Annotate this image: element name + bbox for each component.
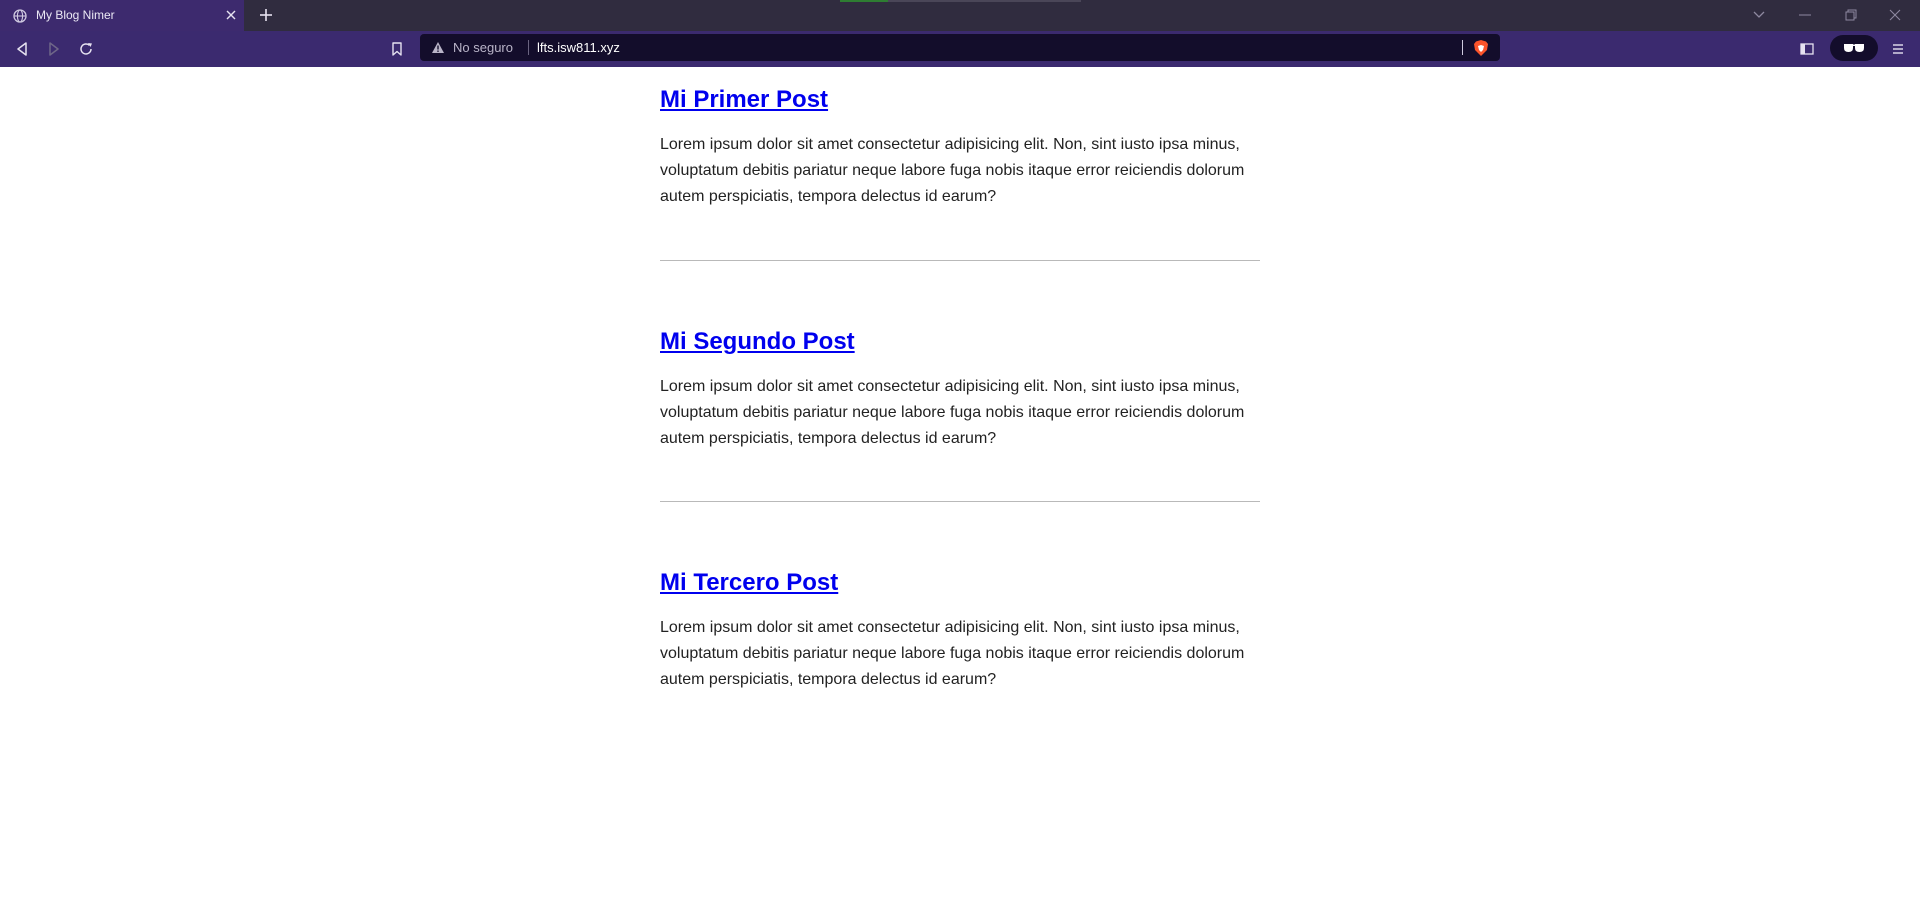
tab-title: My Blog Nimer — [36, 8, 115, 22]
page-viewport: Mi Primer Post Lorem ipsum dolor sit ame… — [0, 67, 1920, 922]
divider — [1462, 40, 1463, 55]
post-divider — [660, 501, 1260, 502]
reload-icon — [80, 43, 92, 55]
back-button[interactable] — [13, 40, 31, 58]
minimize-icon — [1799, 14, 1811, 16]
post-article: Mi Segundo Post Lorem ipsum dolor sit am… — [660, 328, 1260, 452]
address-bar[interactable]: No seguro lfts.isw811.xyz — [420, 34, 1500, 61]
sunglasses-icon — [1844, 44, 1864, 52]
close-icon — [1889, 9, 1901, 21]
post-article: Mi Primer Post Lorem ipsum dolor sit ame… — [660, 86, 1260, 210]
security-status[interactable]: No seguro — [453, 40, 513, 55]
brave-lion-icon — [1474, 39, 1488, 56]
close-icon[interactable] — [224, 8, 238, 22]
warning-icon[interactable] — [430, 40, 446, 55]
back-arrow-icon — [17, 42, 27, 56]
forward-arrow-icon — [49, 42, 59, 56]
post-excerpt: Lorem ipsum dolor sit amet consectetur a… — [660, 378, 1245, 447]
post-title-link[interactable]: Mi Tercero Post — [660, 569, 838, 596]
chevron-down-icon — [1753, 11, 1765, 18]
divider — [528, 40, 529, 55]
tab-search-button[interactable] — [1750, 6, 1768, 24]
new-tab-button[interactable] — [257, 6, 275, 24]
restore-icon — [1845, 9, 1857, 21]
tab-active[interactable]: My Blog Nimer — [0, 0, 244, 31]
post-title: Mi Tercero Post — [660, 569, 1260, 597]
post-title-link[interactable]: Mi Primer Post — [660, 86, 828, 113]
toolbar: No seguro lfts.isw811.xyz — [0, 31, 1920, 67]
plus-icon — [260, 9, 272, 21]
menu-button[interactable] — [1889, 40, 1907, 58]
forward-button[interactable] — [45, 40, 63, 58]
post-title: Mi Segundo Post — [660, 328, 1260, 356]
sidebar-icon — [1800, 43, 1814, 55]
browser-chrome: My Blog Nimer No seguro lfts.isw811.xyz — [0, 0, 1920, 67]
private-window-badge[interactable] — [1830, 35, 1878, 61]
post-divider — [660, 260, 1260, 261]
restore-button[interactable] — [1842, 6, 1860, 24]
post-excerpt: Lorem ipsum dolor sit amet consectetur a… — [660, 619, 1245, 688]
post-excerpt: Lorem ipsum dolor sit amet consectetur a… — [660, 136, 1245, 205]
close-window-button[interactable] — [1886, 6, 1904, 24]
brave-shields-button[interactable] — [1472, 38, 1490, 57]
post-title: Mi Primer Post — [660, 86, 1260, 114]
post-title-link[interactable]: Mi Segundo Post — [660, 328, 855, 355]
globe-icon — [12, 8, 28, 24]
tab-strip: My Blog Nimer — [0, 0, 1920, 31]
minimize-button[interactable] — [1796, 6, 1814, 24]
load-progress — [840, 0, 1081, 2]
sidebar-toggle-button[interactable] — [1798, 40, 1816, 58]
url-text[interactable]: lfts.isw811.xyz — [537, 40, 620, 55]
hamburger-menu-icon — [1893, 44, 1903, 54]
post-article: Mi Tercero Post Lorem ipsum dolor sit am… — [660, 569, 1260, 693]
bookmark-icon — [392, 42, 402, 56]
reload-button[interactable] — [77, 40, 95, 58]
bookmark-button[interactable] — [388, 40, 406, 58]
